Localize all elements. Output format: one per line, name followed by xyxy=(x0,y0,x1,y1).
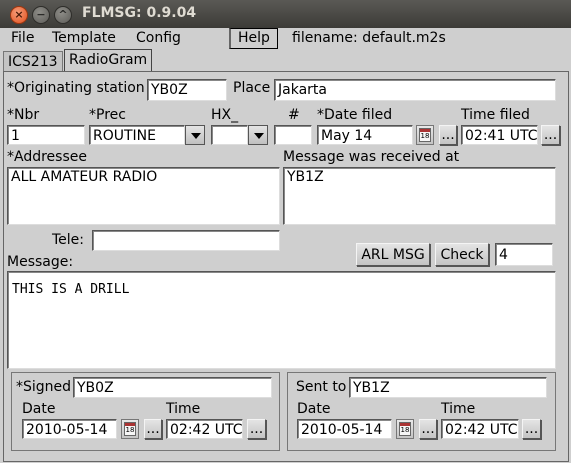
hx-dropdown-button[interactable] xyxy=(248,125,268,145)
calendar-page: 18 xyxy=(419,128,431,142)
orig-station-label: *Originating station xyxy=(7,80,145,96)
calendar-icon[interactable]: 18 xyxy=(121,419,139,439)
window-title: FLMSG: 0.9.04 xyxy=(82,5,197,21)
date-filed-field[interactable]: May 14 xyxy=(317,125,413,145)
received-field[interactable]: YB1Z xyxy=(283,167,556,225)
menu-help[interactable]: Help xyxy=(238,28,270,48)
tele-label: Tele: xyxy=(52,232,85,248)
sent-to-label: Sent to xyxy=(296,379,347,395)
menu-file[interactable]: File xyxy=(11,28,34,48)
sent-date-more-button[interactable]: ... xyxy=(419,419,437,439)
message-field[interactable]: THIS IS A DRILL xyxy=(7,271,556,369)
minimize-icon[interactable]: − xyxy=(32,6,50,24)
filename-label: filename: default.m2s xyxy=(292,30,446,46)
calendar-page: 18 xyxy=(124,422,136,436)
received-label: Message was received at xyxy=(283,149,460,165)
calendar-page: 18 xyxy=(399,422,411,436)
addressee-label: *Addressee xyxy=(7,149,87,165)
sent-to-field[interactable]: YB1Z xyxy=(349,377,547,398)
check-button[interactable]: Check xyxy=(435,243,489,266)
addressee-field[interactable]: ALL AMATEUR RADIO xyxy=(7,167,280,225)
arl-msg-button[interactable]: ARL MSG xyxy=(356,243,430,266)
tab-ics213[interactable]: ICS213 xyxy=(3,51,63,72)
time-filed-field[interactable]: 02:41 UTC xyxy=(461,125,538,145)
hx-select[interactable] xyxy=(211,125,248,145)
date-filed-more-button[interactable]: ... xyxy=(439,125,457,145)
menu-template[interactable]: Template xyxy=(52,28,116,48)
orig-station-field[interactable]: YB0Z xyxy=(147,79,227,101)
date-filed-label: *Date filed xyxy=(317,107,393,123)
place-label: Place xyxy=(233,80,271,96)
tele-field[interactable] xyxy=(92,230,280,251)
place-field[interactable]: Jakarta xyxy=(274,79,556,101)
time-filed-label: Time filed xyxy=(461,107,530,123)
sent-date-label: Date xyxy=(297,401,331,417)
message-label: Message: xyxy=(7,254,74,270)
check-number-field[interactable] xyxy=(274,125,312,145)
signed-time-label: Time xyxy=(166,401,201,417)
signed-date-field[interactable]: 2010-05-14 xyxy=(22,419,117,439)
signed-date-label: Date xyxy=(22,401,56,417)
prec-select[interactable]: ROUTINE xyxy=(89,125,185,145)
check-number-label: # xyxy=(288,107,300,123)
signed-field[interactable]: YB0Z xyxy=(73,377,272,398)
signed-label: *Signed xyxy=(16,379,72,395)
nbr-field[interactable]: 1 xyxy=(7,125,85,145)
sent-time-more-button[interactable]: ... xyxy=(522,419,541,439)
sent-time-label: Time xyxy=(441,401,476,417)
maximize-icon[interactable]: ^ xyxy=(54,6,72,24)
calendar-icon[interactable]: 18 xyxy=(416,125,434,145)
hx-label: HX_ xyxy=(211,107,239,123)
tab-radiogram[interactable]: RadioGram xyxy=(64,49,153,73)
close-icon[interactable]: × xyxy=(10,6,28,24)
signed-time-field[interactable]: 02:42 UTC xyxy=(166,419,243,439)
sent-time-field[interactable]: 02:42 UTC xyxy=(441,419,519,439)
prec-label: *Prec xyxy=(89,107,126,123)
menu-config[interactable]: Config xyxy=(136,28,181,48)
signed-date-more-button[interactable]: ... xyxy=(144,419,162,439)
time-filed-more-button[interactable]: ... xyxy=(541,125,560,145)
prec-dropdown-button[interactable] xyxy=(185,125,205,145)
calendar-icon[interactable]: 18 xyxy=(396,419,414,439)
signed-time-more-button[interactable]: ... xyxy=(247,419,266,439)
sent-date-field[interactable]: 2010-05-14 xyxy=(297,419,392,439)
nbr-label: *Nbr xyxy=(7,107,40,123)
check-count-field: 4 xyxy=(495,243,553,266)
